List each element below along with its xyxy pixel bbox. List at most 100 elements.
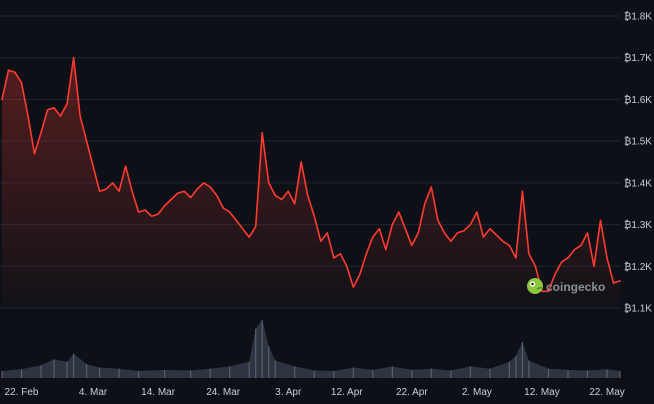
price-point: [27, 115, 29, 117]
y-tick-label: ₿1.1K: [624, 303, 652, 315]
x-tick-label: 2. May: [462, 387, 492, 398]
price-point: [580, 244, 582, 246]
price-point: [372, 236, 374, 238]
price-point: [157, 213, 159, 215]
y-tick-label: ₿1.6K: [624, 94, 652, 106]
price-point: [294, 203, 296, 205]
price-point: [170, 198, 172, 201]
price-point: [183, 190, 185, 192]
price-point: [339, 253, 341, 255]
y-tick-label: ₿1.4K: [624, 177, 652, 189]
price-point: [281, 198, 283, 201]
y-tick-label: ₿1.7K: [624, 52, 652, 64]
price-point: [20, 82, 23, 84]
price-point: [138, 211, 140, 213]
price-point: [274, 194, 276, 196]
price-point: [92, 165, 94, 167]
y-tick-label: ₿1.2K: [624, 261, 652, 273]
price-point: [450, 240, 452, 242]
price-point: [586, 232, 589, 234]
price-point: [307, 194, 309, 196]
price-point: [40, 132, 42, 134]
price-point: [203, 182, 205, 184]
price-point: [456, 232, 458, 234]
price-point: [391, 224, 393, 226]
price-point: [385, 249, 387, 251]
x-tick-label: 14. Mar: [141, 387, 176, 398]
price-point: [359, 274, 361, 276]
price-point: [469, 224, 471, 226]
price-point: [196, 188, 198, 190]
price-point: [593, 265, 595, 267]
price-point: [352, 286, 354, 288]
price-point: [248, 236, 250, 238]
y-tick-label: ₿1.5K: [624, 136, 652, 148]
price-point: [326, 232, 328, 234]
volume-area: [2, 320, 620, 378]
price-point: [476, 211, 478, 213]
price-point: [495, 234, 497, 236]
price-point: [573, 249, 576, 251]
price-point: [502, 240, 504, 242]
price-point: [515, 257, 517, 259]
price-point: [599, 219, 602, 221]
price-point: [209, 186, 211, 188]
price-point: [430, 186, 432, 188]
price-point: [242, 228, 244, 230]
watermark-text: coingecko: [546, 280, 605, 294]
price-point: [482, 236, 484, 238]
price-point: [313, 215, 315, 217]
price-point: [33, 153, 36, 155]
gecko-logo-icon: [527, 278, 543, 294]
price-point: [1, 98, 3, 100]
price-point: [521, 190, 524, 192]
price-point: [235, 219, 237, 221]
price-point: [411, 244, 413, 246]
price-point: [560, 261, 563, 263]
price-point: [151, 215, 153, 217]
price-point: [53, 107, 55, 109]
price-point: [118, 190, 120, 192]
price-chart: coingecko ₿1.1K ₿1.2K ₿1.3K ₿1.4K ₿1.5K ₿1.6K…: [0, 11, 652, 398]
price-point: [333, 257, 335, 259]
price-point: [177, 192, 179, 194]
price-point: [99, 190, 101, 192]
price-point: [320, 240, 322, 242]
price-point: [300, 161, 302, 163]
price-point: [112, 182, 114, 184]
y-axis-ticks: ₿1.1K ₿1.2K ₿1.3K ₿1.4K ₿1.5K ₿1.6K ₿1.7K ₿1.8K: [624, 11, 652, 315]
price-point: [190, 196, 192, 199]
price-point: [7, 69, 10, 71]
price-point: [424, 203, 426, 205]
price-point: [261, 132, 263, 134]
price-point: [268, 182, 270, 184]
y-tick-label: ₿1.8K: [624, 11, 652, 23]
volume-bars: [1, 320, 621, 378]
price-point: [463, 230, 465, 232]
price-point: [554, 274, 556, 276]
price-point: [398, 211, 400, 213]
price-point: [164, 205, 166, 207]
x-tick-label: 22. May: [589, 387, 625, 398]
x-tick-label: 4. Mar: [79, 387, 108, 398]
price-point: [365, 253, 367, 255]
x-tick-label: 3. Apr: [275, 387, 302, 398]
price-point: [404, 228, 406, 230]
price-point: [346, 265, 348, 267]
price-point: [73, 57, 75, 59]
x-tick-label: 12. May: [524, 387, 560, 398]
price-point: [144, 209, 146, 211]
price-point: [79, 115, 81, 117]
price-point: [46, 109, 49, 111]
price-point: [216, 194, 218, 196]
x-tick-label: 12. Apr: [331, 387, 363, 398]
price-point: [612, 282, 615, 284]
price-point: [443, 232, 445, 234]
price-point: [567, 257, 569, 259]
price-point: [489, 228, 491, 230]
x-tick-label: 22. Apr: [396, 387, 428, 398]
price-point: [105, 188, 107, 190]
price-point: [59, 115, 62, 117]
price-point: [86, 140, 88, 142]
price-point: [528, 253, 530, 255]
